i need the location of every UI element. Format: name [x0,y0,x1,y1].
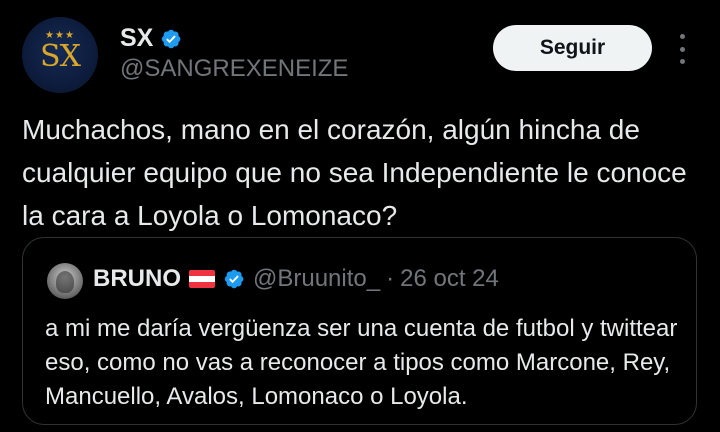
verified-badge-icon [160,28,182,50]
verified-badge-icon [223,268,245,290]
author-display-name[interactable]: SX [120,24,153,53]
more-vertical-icon[interactable] [676,34,688,64]
author-avatar[interactable]: ★★★ SX [22,17,98,93]
quoted-tweet-card[interactable]: BRUNO @Bruunito_ · 26 oct 24 a mi me dar… [22,237,697,425]
quoted-author-name[interactable]: BRUNO [93,265,181,293]
quoted-tweet-text: a mi me daría vergüenza ser una cuenta d… [45,315,678,410]
tweet-text: Muchachos, mano en el corazón, algún hin… [22,114,687,231]
quoted-tweet-header: BRUNO @Bruunito_ · 26 oct 24 [93,265,499,293]
quoted-tweet-date[interactable]: 26 oct 24 [400,265,499,293]
quoted-author-avatar[interactable] [47,263,83,299]
separator-dot: · [386,265,395,292]
author-name-row[interactable]: SX [120,24,182,53]
follow-button[interactable]: Seguir [493,25,652,71]
avatar-monogram: SX [40,39,81,74]
quoted-author-handle[interactable]: @Bruunito_ [253,265,380,293]
author-handle[interactable]: @SANGREXENEIZE [120,55,348,83]
austria-flag-icon [189,270,215,288]
